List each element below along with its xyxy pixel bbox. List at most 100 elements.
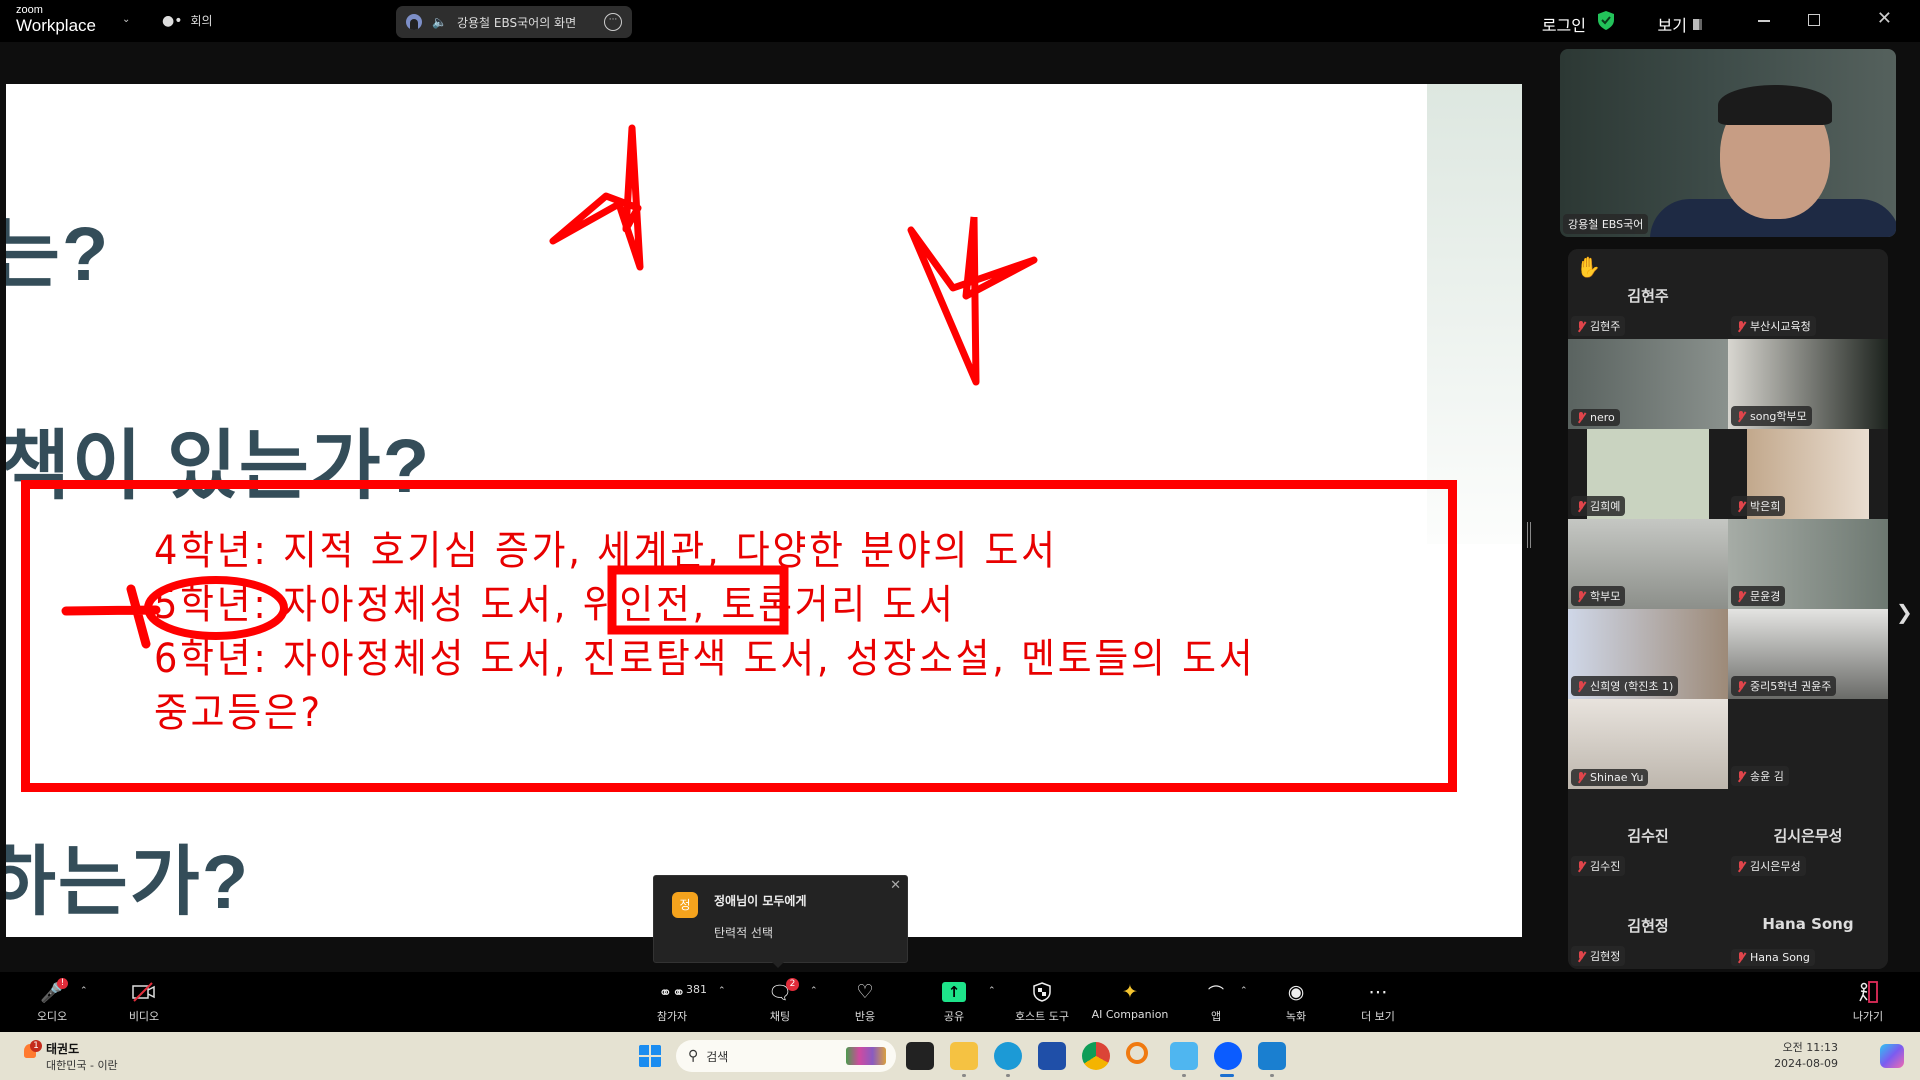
chat-button[interactable]: 🗨 2 채팅 <box>740 978 820 1024</box>
active-indicator <box>1220 1074 1234 1077</box>
participant-tile[interactable]: 중리5학년 권윤주 <box>1728 609 1888 699</box>
windows-start-icon[interactable] <box>638 1044 662 1068</box>
widget-title: 태권도 <box>46 1042 80 1056</box>
clock-time: 오전 11:13 <box>1782 1041 1838 1054</box>
participant-tile[interactable]: 문윤경 <box>1728 519 1888 609</box>
audio-options-caret[interactable]: ⌃ <box>80 986 88 996</box>
share-button[interactable]: ↑ 공유 <box>914 980 994 1024</box>
view-label: 보기 <box>1657 16 1687 35</box>
search-placeholder: 검색 <box>706 1049 729 1064</box>
participant-name: nero <box>1590 411 1615 424</box>
more-options-icon[interactable]: ··· <box>604 13 622 31</box>
ai-companion-button[interactable]: ✦ AI Companion <box>1090 980 1170 1021</box>
participant-tile[interactable]: 김수진 김수진 <box>1568 789 1728 879</box>
panel-resize-handle[interactable] <box>1527 522 1531 548</box>
participant-name-tag: 김수진 <box>1571 856 1626 876</box>
slide-line-grade6: 6학년: 자아정체성 도서, 진로탐색 도서, 성장소설, 멘토들의 도서 <box>154 636 1256 682</box>
system-clock[interactable]: 오전 11:13 2024-08-09 <box>1774 1040 1838 1072</box>
video-button[interactable]: 비디오 <box>104 980 184 1024</box>
zoom-workplace-logo[interactable]: zoom Workplace <box>16 5 96 35</box>
running-indicator <box>1006 1074 1010 1077</box>
record-button[interactable]: ◉ 녹화 <box>1256 980 1336 1024</box>
participant-tile[interactable]: 김희예 <box>1568 429 1728 519</box>
magnifier-app-icon[interactable] <box>1126 1042 1148 1064</box>
participant-name-tag: nero <box>1571 409 1620 426</box>
active-speaker-video[interactable]: 강용철 EBS국어 <box>1560 49 1896 237</box>
muted-microphone-icon <box>1736 860 1746 872</box>
copilot-icon[interactable] <box>1880 1044 1904 1068</box>
widget-subtitle: 대한민국 - 이란 <box>46 1059 118 1072</box>
participant-name-tag: 박은희 <box>1731 496 1786 516</box>
annotation-star-1 <box>549 124 644 271</box>
login-button[interactable]: 로그인 <box>1542 12 1586 36</box>
participant-center-name: 김현정 <box>1627 917 1669 935</box>
muted-microphone-icon <box>1576 500 1586 512</box>
reactions-button[interactable]: ♡ 반응 <box>825 980 905 1024</box>
slide-heading-1: 는? <box>6 212 111 297</box>
participant-tile[interactable]: song학부모 <box>1728 339 1888 429</box>
search-icon: ⚲ <box>688 1048 699 1064</box>
taskbar-search[interactable]: ⚲ 검색 <box>676 1040 896 1072</box>
apps-label: 앱 <box>1210 1010 1222 1023</box>
participant-name: 중리5학년 권윤주 <box>1750 680 1832 693</box>
file-explorer-icon[interactable] <box>950 1042 978 1070</box>
more-button[interactable]: ⋯ 더 보기 <box>1338 980 1418 1024</box>
pen-app-icon[interactable] <box>1170 1042 1198 1070</box>
leave-button[interactable]: 나가기 <box>1828 980 1908 1024</box>
screen-share-indicator[interactable]: 🔈 강용철 EBS국어의 화면 ··· <box>396 6 632 38</box>
store-icon[interactable] <box>1038 1042 1066 1070</box>
participant-name: 김희예 <box>1590 500 1621 513</box>
participant-name: 문윤경 <box>1750 590 1781 603</box>
meeting-button[interactable]: ●• 회의 <box>162 12 213 29</box>
share-options-caret[interactable]: ⌃ <box>988 986 996 996</box>
zoom-taskbar-icon[interactable] <box>1214 1042 1242 1070</box>
participant-name-tag: 송윤 김 <box>1731 766 1789 786</box>
chat-options-caret[interactable]: ⌃ <box>810 986 818 996</box>
participant-tile[interactable]: 박은희 <box>1728 429 1888 519</box>
chevron-down-icon[interactable]: ⌄ <box>122 14 130 25</box>
host-tools-button[interactable]: 호스트 도구 <box>1002 980 1082 1024</box>
minimize-icon[interactable] <box>1758 20 1770 22</box>
chat-notification[interactable]: 정 정애님이 모두에게 탄력적 선택 ✕ <box>653 875 908 963</box>
participant-name: 김시은무성 <box>1750 860 1801 873</box>
chevron-right-icon[interactable]: ❯ <box>1896 600 1913 624</box>
chrome-icon[interactable] <box>1082 1042 1110 1070</box>
maximize-icon[interactable] <box>1808 14 1820 26</box>
participant-tile[interactable]: 신희영 (학진초 1) <box>1568 609 1728 699</box>
app-icon[interactable] <box>1258 1042 1286 1070</box>
participant-name-tag: 김희예 <box>1571 496 1626 516</box>
participant-tile[interactable]: 김시은무성 김시은무성 <box>1728 789 1888 879</box>
participant-name: 김수진 <box>1590 860 1621 873</box>
security-shield-icon[interactable] <box>1598 11 1614 30</box>
share-screen-icon: ↑ <box>942 982 966 1002</box>
participant-name-tag: 문윤경 <box>1731 586 1786 606</box>
participant-tile[interactable]: 송윤 김 <box>1728 699 1888 789</box>
participant-tile[interactable]: Hana Song Hana Song <box>1728 879 1888 969</box>
participants-button[interactable]: ⚭⚭ 381 참가자 <box>632 980 712 1024</box>
participant-name: 부산시교육청 <box>1750 320 1811 333</box>
layout-icon <box>1693 18 1702 30</box>
muted-microphone-icon <box>1736 410 1746 422</box>
participants-options-caret[interactable]: ⌃ <box>718 986 726 996</box>
books-icon <box>846 1047 886 1065</box>
participant-name-tag: Hana Song <box>1731 949 1815 966</box>
notification-message: 탄력적 선택 <box>714 926 774 940</box>
task-view-icon[interactable] <box>906 1042 934 1070</box>
close-icon[interactable]: ✕ <box>1877 8 1892 29</box>
chat-badge: 2 <box>786 978 799 991</box>
edge-icon[interactable] <box>994 1042 1022 1070</box>
gallery-grid: ✋ 김현주 김현주부산시교육청 nero song학부모김희예 박은희 학부모문윤경신희영 … <box>1568 249 1888 969</box>
slide-line-grade4: 4학년: 지적 호기심 증가, 세계관, 다양한 분야의 도서 <box>154 528 1058 574</box>
participant-tile[interactable]: 김현정 김현정 <box>1568 879 1728 969</box>
participant-tile[interactable]: Shinae Yu <box>1568 699 1728 789</box>
close-icon[interactable]: ✕ <box>890 878 901 893</box>
muted-microphone-icon <box>1736 770 1746 782</box>
participant-tile[interactable]: nero <box>1568 339 1728 429</box>
muted-microphone-icon <box>1576 950 1586 962</box>
weather-widget[interactable]: 태권도 대한민국 - 이란 <box>22 1040 118 1073</box>
view-button[interactable]: 보기 <box>1658 12 1702 36</box>
participant-tile[interactable]: 학부모 <box>1568 519 1728 609</box>
participant-tile[interactable]: 부산시교육청 <box>1728 249 1888 339</box>
participant-tile[interactable]: ✋ 김현주 김현주 <box>1568 249 1728 339</box>
apps-options-caret[interactable]: ⌃ <box>1240 986 1248 996</box>
